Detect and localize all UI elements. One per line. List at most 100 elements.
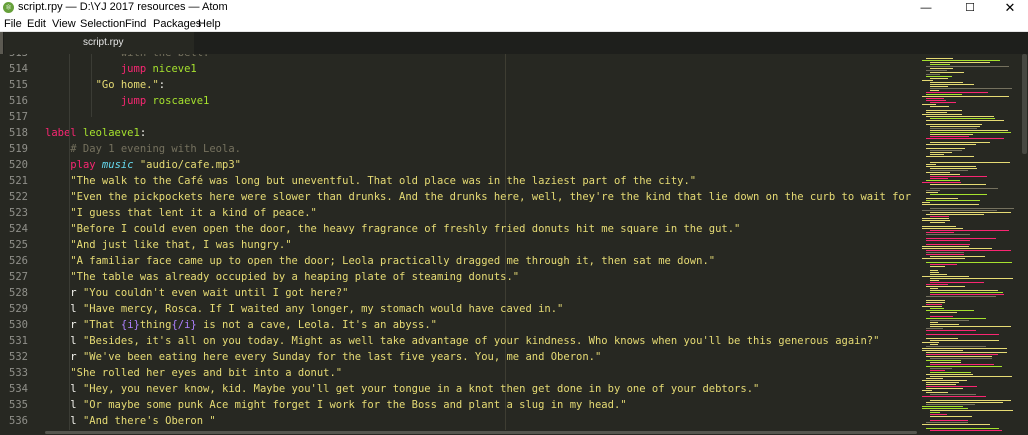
- minimap-line: [930, 410, 1013, 411]
- minimap-line: [922, 350, 963, 351]
- minimap-line: [926, 378, 943, 379]
- minimap-line: [926, 346, 986, 347]
- code-line[interactable]: r "That {i}thing{/i} is not a cave, Leol…: [45, 317, 437, 333]
- code-token: "Go home.": [95, 79, 159, 91]
- code-line[interactable]: "The walk to the Café was long but uneve…: [45, 173, 696, 189]
- minimap-line: [926, 334, 999, 335]
- code-line[interactable]: r "You couldn't even wait until I got he…: [45, 285, 348, 301]
- minimap-line: [926, 166, 976, 167]
- minimap-line: [930, 142, 990, 143]
- minimap-line: [922, 210, 997, 211]
- code-token: play: [70, 159, 96, 171]
- code-line[interactable]: "And just like that, I was hungry.": [45, 237, 291, 253]
- code-line[interactable]: "A familiar face came up to open the doo…: [45, 253, 715, 269]
- tree-view-toggle[interactable]: [0, 32, 3, 54]
- minimap-line: [930, 278, 1013, 279]
- line-number: 522: [9, 191, 28, 203]
- line-number: 530: [9, 319, 28, 331]
- minimap-line: [922, 248, 992, 249]
- minimap-line: [926, 92, 988, 93]
- minimap-line: [930, 134, 973, 135]
- code-line[interactable]: label leolaeve1:: [45, 125, 146, 141]
- minimap-line: [926, 110, 962, 111]
- minimap-line: [926, 156, 974, 157]
- maximize-button[interactable]: ☐: [950, 0, 990, 16]
- minimap-line: [930, 68, 953, 69]
- code-token: "Even the pickpockets here were slower t…: [70, 191, 918, 203]
- minimap-line: [926, 352, 1007, 353]
- horizontal-scrollbar-thumb[interactable]: [45, 431, 917, 434]
- minimap-line: [926, 214, 984, 215]
- code-line[interactable]: l "Besides, it's all on you today. Might…: [45, 333, 879, 349]
- code-line[interactable]: "She rolled her eyes and bit into a donu…: [45, 365, 342, 381]
- window-title: script.rpy — D:\YJ 2017 resources — Atom: [18, 1, 228, 13]
- line-number: 517: [9, 111, 28, 123]
- line-number: 534: [9, 383, 28, 395]
- code-token: l: [45, 383, 83, 395]
- line-number: 533: [9, 367, 28, 379]
- code-line[interactable]: l "Or maybe some punk Ace might forget I…: [45, 397, 626, 413]
- minimap-line: [930, 150, 962, 151]
- code-line[interactable]: r "We've been eating here every Sunday f…: [45, 349, 601, 365]
- code-line[interactable]: l "Have mercy, Rosca. If I waited any lo…: [45, 301, 563, 317]
- minimap-line: [926, 384, 956, 385]
- minimap-line: [930, 320, 969, 321]
- code-line[interactable]: l "And there's Oberon ": [45, 413, 215, 429]
- minimap-line: [930, 208, 1014, 209]
- code-line[interactable]: "Before I could even open the door, the …: [45, 221, 740, 237]
- minimap-line: [926, 304, 942, 305]
- code-token: "The walk to the Café was long but uneve…: [70, 175, 697, 187]
- code-line[interactable]: l "Hey, you never know, kid. Maybe you'l…: [45, 381, 759, 397]
- menu-edit[interactable]: Edit: [27, 18, 46, 30]
- minimap-line: [926, 328, 943, 329]
- minimap-line: [930, 290, 998, 291]
- minimap-line: [930, 184, 986, 185]
- minimize-button[interactable]: —: [906, 0, 946, 16]
- menu-selection[interactable]: Selection: [80, 18, 125, 30]
- menu-view[interactable]: View: [52, 18, 76, 30]
- line-number: 519: [9, 143, 28, 155]
- minimap-line: [930, 324, 959, 325]
- menu-find[interactable]: Find: [125, 18, 146, 30]
- minimap-line: [930, 400, 1011, 401]
- code-line[interactable]: # Day 1 evening with Leola.: [45, 141, 241, 157]
- code-token: "A familiar face came up to open the doo…: [70, 255, 716, 267]
- code-line[interactable]: "Even the pickpockets here were slower t…: [45, 189, 918, 205]
- minimap-line: [922, 390, 932, 391]
- code-token: l: [45, 399, 83, 411]
- code-token: l: [45, 415, 83, 427]
- minimap[interactable]: [918, 54, 1028, 435]
- minimap-line: [930, 344, 938, 345]
- vertical-scrollbar-thumb[interactable]: [1022, 54, 1027, 154]
- code-token: niceve1: [146, 63, 197, 75]
- minimap-line: [930, 326, 1011, 327]
- menu-help[interactable]: Help: [198, 18, 221, 30]
- title-bar: ⚛ script.rpy — D:\YJ 2017 resources — At…: [0, 0, 1028, 16]
- minimap-line: [926, 198, 958, 199]
- minimap-line: [922, 202, 930, 203]
- minimap-line: [930, 194, 987, 195]
- code-line[interactable]: play music "audio/cafe.mp3": [45, 157, 241, 173]
- minimap-line: [930, 90, 939, 91]
- minimap-line: [930, 152, 952, 153]
- minimap-line: [930, 170, 968, 171]
- tab-script-rpy[interactable]: script.rpy: [4, 32, 194, 54]
- minimap-line: [926, 356, 992, 357]
- wrap-guide: [505, 54, 506, 432]
- code-line[interactable]: "I guess that lent it a kind of peace.": [45, 205, 317, 221]
- menu-packages[interactable]: Packages: [153, 18, 201, 30]
- minimap-line: [926, 200, 980, 201]
- code-line[interactable]: "The table was already occupied by a hea…: [45, 269, 519, 285]
- code-line[interactable]: "Go home.":: [45, 77, 166, 93]
- code-line[interactable]: jump niceve1: [45, 61, 197, 77]
- text-editor[interactable]: 513 with the bell.514 jump niceve1515 "G…: [0, 54, 918, 432]
- menu-file[interactable]: File: [4, 18, 22, 30]
- minimap-line: [930, 292, 1003, 293]
- minimap-line: [930, 272, 939, 273]
- close-button[interactable]: ✕: [990, 0, 1028, 16]
- minimap-line: [930, 102, 956, 103]
